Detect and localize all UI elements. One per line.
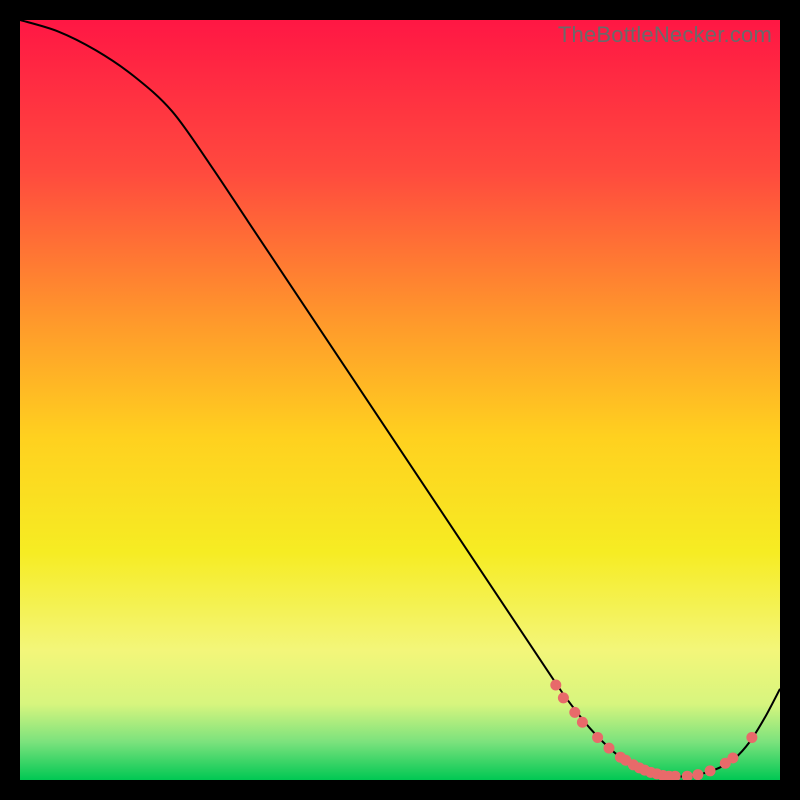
chart-svg xyxy=(20,20,780,780)
marker-dot xyxy=(692,769,703,780)
marker-dot xyxy=(550,680,561,691)
marker-dot xyxy=(604,743,615,754)
chart-plot-area: TheBottleNecker.com xyxy=(20,20,780,780)
chart-frame: TheBottleNecker.com xyxy=(0,0,800,800)
marker-dot xyxy=(577,717,588,728)
marker-dot xyxy=(705,765,716,776)
marker-dot xyxy=(592,732,603,743)
marker-dot xyxy=(558,692,569,703)
marker-dot xyxy=(569,707,580,718)
marker-dot xyxy=(746,732,757,743)
chart-background xyxy=(20,20,780,780)
watermark-text: TheBottleNecker.com xyxy=(558,22,772,48)
marker-dot xyxy=(727,752,738,763)
